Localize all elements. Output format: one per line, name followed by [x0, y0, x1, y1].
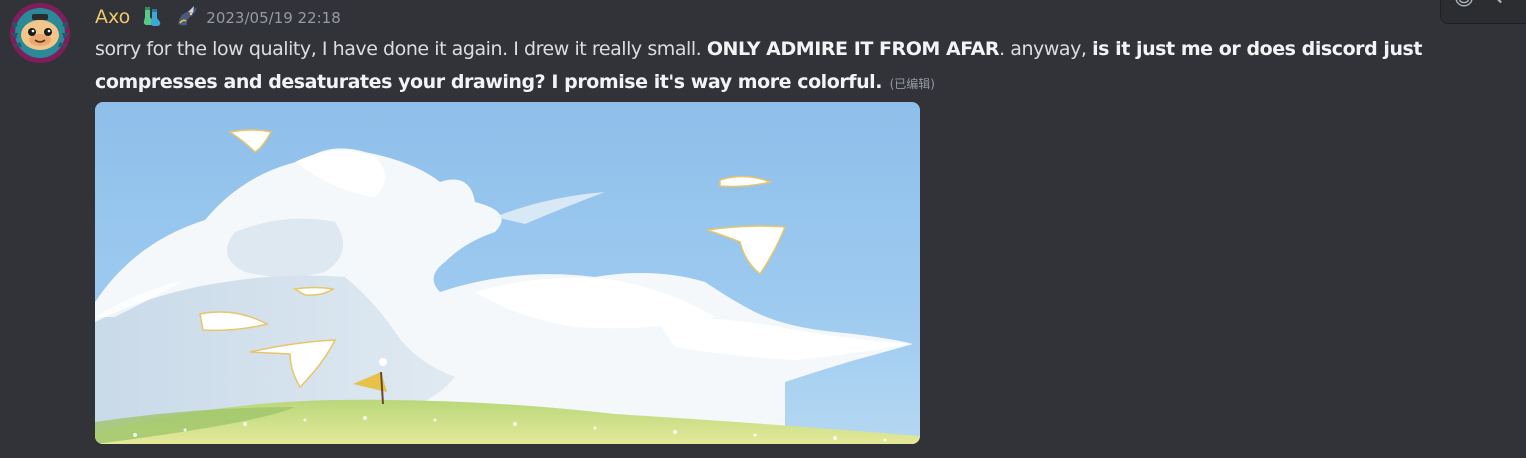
dragon-emoji-badge-icon[interactable] [174, 4, 200, 30]
message-text-part: . anyway, [999, 38, 1093, 60]
user-avatar[interactable] [10, 3, 70, 63]
sky-clouds-painting-image [95, 102, 920, 444]
message-content: sorry for the low quality, I have done i… [95, 33, 1523, 101]
message-bold-text: ONLY ADMIRE IT FROM AFAR [706, 38, 1000, 60]
reply-icon[interactable]: ↩ [1489, 0, 1519, 9]
edited-marker: (已编辑) [889, 77, 935, 91]
socks-emoji-badge-icon[interactable] [139, 4, 165, 30]
add-reaction-icon[interactable]: ☺ [1449, 0, 1479, 9]
message-hover-toolbar: ☺ ↩ [1440, 0, 1526, 24]
message-text-part: sorry for the low quality, I have done i… [95, 38, 707, 60]
message-header: Axo 2023/05/19 22:18 [95, 2, 341, 32]
chat-message: Axo 2023/05/19 22:18 sorry for the low q… [0, 0, 1526, 458]
username[interactable]: Axo [95, 6, 130, 28]
axolotl-avatar-image [10, 3, 70, 63]
image-attachment[interactable] [95, 102, 920, 444]
message-timestamp[interactable]: 2023/05/19 22:18 [206, 9, 340, 27]
